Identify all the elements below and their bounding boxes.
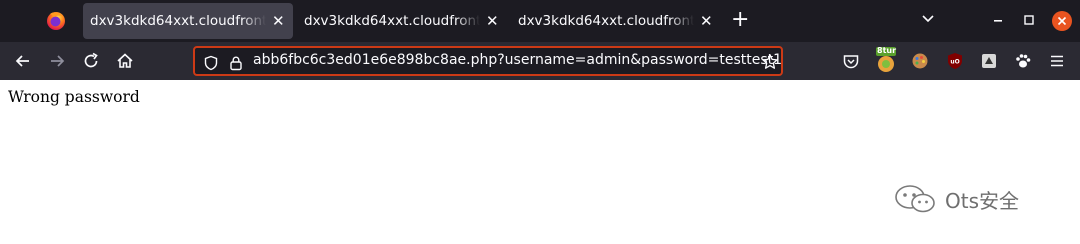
url-bar[interactable]: abb6fbc6c3ed01e6e898bc8ae.php?username=a… — [193, 46, 783, 76]
tab-1[interactable]: dxv3kdkd64xxt.cloudfront.net ✕ — [83, 3, 293, 39]
tab-3[interactable]: dxv3kdkd64xxt.cloudfront.net ✕ — [511, 3, 721, 39]
tab-label: dxv3kdkd64xxt.cloudfront.net — [90, 13, 266, 29]
back-arrow-icon[interactable] — [13, 51, 33, 71]
pocket-icon[interactable] — [842, 52, 860, 70]
reload-icon[interactable] — [81, 51, 101, 71]
palette-extension-icon[interactable] — [911, 52, 929, 70]
tab-label: dxv3kdkd64xxt.cloudfront.net — [518, 13, 694, 29]
bookmark-star-icon[interactable] — [761, 53, 779, 71]
maximize-icon[interactable] — [1024, 15, 1034, 25]
close-tab-icon[interactable]: ✕ — [272, 12, 285, 30]
tab-2[interactable]: dxv3kdkd64xxt.cloudfront.net ✕ — [297, 3, 507, 39]
url-text[interactable]: abb6fbc6c3ed01e6e898bc8ae.php?username=a… — [253, 52, 781, 68]
tab-bar: dxv3kdkd64xxt.cloudfront.net ✕ dxv3kdkd6… — [0, 0, 1080, 42]
minimize-icon[interactable] — [993, 19, 1003, 23]
forward-arrow-icon[interactable] — [47, 51, 67, 71]
hamburger-menu-icon[interactable] — [1048, 52, 1066, 70]
close-tab-icon[interactable]: ✕ — [700, 12, 713, 30]
window-close-icon[interactable] — [1051, 10, 1073, 32]
close-tab-icon[interactable]: ✕ — [486, 12, 499, 30]
extension-badge: 8tur — [877, 46, 897, 55]
ublock-origin-icon[interactable]: uO — [946, 52, 964, 70]
wechat-watermark: Ots安全 — [893, 184, 1019, 214]
new-tab-button[interactable]: + — [731, 8, 749, 32]
page-message: Wrong password — [8, 88, 140, 106]
paw-extension-icon[interactable] — [1014, 52, 1032, 70]
wechat-logo-icon — [895, 185, 935, 213]
extension-8tur-icon[interactable]: 8tur — [874, 46, 898, 74]
tab-label: dxv3kdkd64xxt.cloudfront.net — [304, 13, 480, 29]
list-all-tabs-icon[interactable] — [921, 14, 935, 24]
home-icon[interactable] — [115, 51, 135, 71]
watermark-text: Ots安全 — [945, 188, 1020, 213]
extension-box-icon[interactable] — [980, 52, 998, 70]
lock-icon[interactable] — [228, 55, 244, 71]
firefox-logo-icon[interactable] — [44, 9, 68, 33]
tracking-protection-shield-icon[interactable] — [203, 55, 219, 71]
svg-text:uO: uO — [950, 59, 959, 66]
